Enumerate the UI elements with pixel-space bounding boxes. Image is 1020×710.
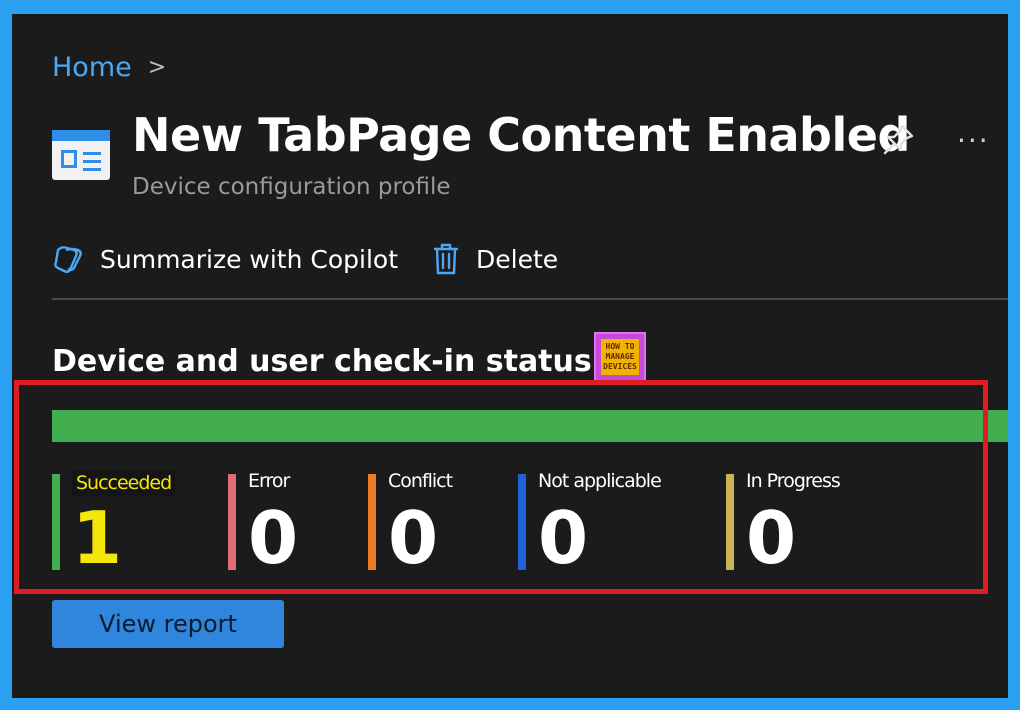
toolbar-divider: [52, 298, 1008, 300]
breadcrumb-home-link[interactable]: Home: [52, 52, 132, 83]
summarize-label: Summarize with Copilot: [100, 244, 399, 274]
more-icon[interactable]: ···: [957, 124, 990, 157]
copilot-icon: [54, 246, 82, 273]
breadcrumb: Home >: [52, 52, 166, 83]
pin-icon[interactable]: [882, 122, 916, 158]
view-report-button[interactable]: View report: [52, 600, 284, 648]
profile-icon: [52, 130, 110, 180]
page-title: New TabPage Content Enabled: [132, 108, 910, 162]
trash-icon: [433, 243, 459, 275]
howtomanagedevices-logo: HOW TO MANAGE DEVICES: [594, 332, 646, 382]
check-in-status-title: Device and user check-in status: [52, 344, 592, 379]
summarize-with-copilot-button[interactable]: Summarize with Copilot: [52, 244, 398, 274]
command-bar: Summarize with Copilot Delete: [52, 242, 592, 276]
profile-panel: Home > New TabPage Content Enabled Devic…: [12, 14, 1008, 698]
highlight-box: [14, 380, 988, 594]
delete-label: Delete: [476, 244, 559, 274]
page-subtitle: Device configuration profile: [132, 174, 451, 200]
delete-button[interactable]: Delete: [432, 242, 558, 276]
breadcrumb-separator: >: [147, 55, 167, 80]
